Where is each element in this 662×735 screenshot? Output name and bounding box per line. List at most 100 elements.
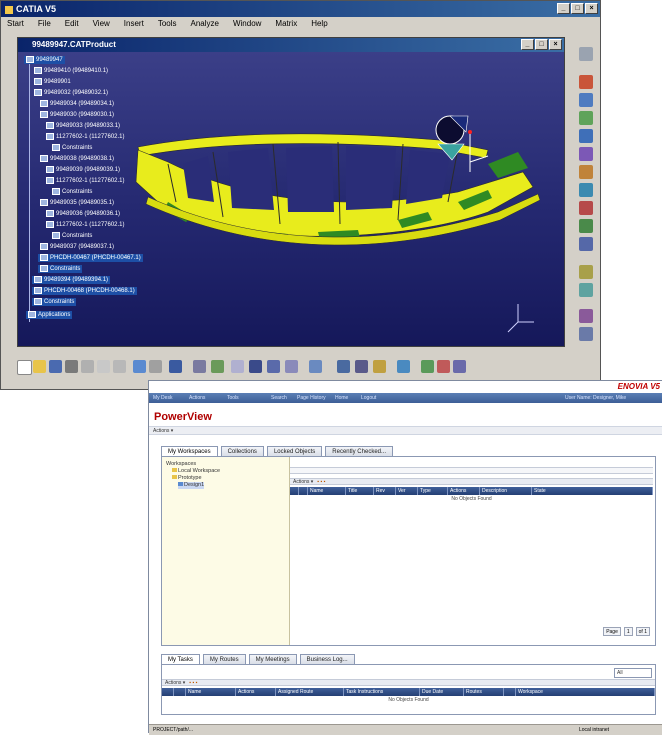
tree-node[interactable]: Constraints xyxy=(38,265,83,273)
section-icon[interactable] xyxy=(579,183,593,197)
save-icon[interactable] xyxy=(49,360,62,373)
constraint-icon[interactable] xyxy=(579,75,593,89)
task-col-workspace[interactable]: Workspace xyxy=(516,688,655,696)
menu-help[interactable]: Help xyxy=(311,17,327,31)
print-icon[interactable] xyxy=(65,360,78,373)
explode-icon[interactable] xyxy=(579,147,593,161)
manipulate-icon[interactable] xyxy=(579,111,593,125)
pan-icon[interactable] xyxy=(267,360,280,373)
knowledge-icon[interactable] xyxy=(211,360,224,373)
material-icon[interactable] xyxy=(421,360,434,373)
rotate-icon[interactable] xyxy=(285,360,298,373)
tree-node[interactable]: 11277602-1 (11277602.1) xyxy=(44,221,127,229)
ws-tree-workspaces[interactable]: Workspaces xyxy=(166,461,196,468)
menu-file[interactable]: File xyxy=(38,17,51,31)
nav-actions[interactable]: Actions xyxy=(189,393,205,403)
pager-page-input[interactable]: 1 xyxy=(623,627,633,636)
zoom-icon[interactable] xyxy=(309,360,322,373)
help-icon[interactable] xyxy=(169,360,182,373)
col-type[interactable]: Type xyxy=(418,487,448,495)
3d-viewport[interactable]: 99489947 99489410 (99489410.1) 99489901 … xyxy=(18,52,564,346)
ws-tree-design1[interactable]: Design1 xyxy=(178,482,205,489)
col-rev[interactable]: Rev xyxy=(374,487,396,495)
content-actions-strip[interactable]: Actions ▾ ▪ ▪ ▪ xyxy=(290,478,653,485)
page-actions-bar[interactable]: Actions ▾ xyxy=(149,426,662,435)
task-col-instructions[interactable]: Task Instructions xyxy=(344,688,420,696)
tree-node[interactable]: 11277602-1 (11277602.1) xyxy=(44,177,127,185)
catalog-icon[interactable] xyxy=(579,219,593,233)
menu-start[interactable]: Start xyxy=(7,17,24,31)
menu-analyze[interactable]: Analyze xyxy=(191,17,219,31)
assembly-icon[interactable] xyxy=(579,93,593,107)
tree-node[interactable]: 99489394 (99489394.1) xyxy=(32,276,111,284)
col-description[interactable]: Description xyxy=(480,487,532,495)
tree-node[interactable]: 99489032 (99489032.1) xyxy=(32,89,110,97)
tree-node[interactable]: 99489034 (99489034.1) xyxy=(38,100,116,108)
tree-root[interactable]: 99489947 xyxy=(24,56,65,64)
publish-icon[interactable] xyxy=(579,309,593,323)
weld-icon[interactable] xyxy=(579,327,593,341)
close-button[interactable]: × xyxy=(585,3,598,14)
tree-node[interactable]: 99489038 (99489038.1) xyxy=(38,155,116,163)
menu-insert[interactable]: Insert xyxy=(124,17,144,31)
task-col-name[interactable]: Name xyxy=(186,688,236,696)
clash-icon[interactable] xyxy=(579,165,593,179)
undo-icon[interactable] xyxy=(133,360,146,373)
cut-icon[interactable] xyxy=(81,360,94,373)
menu-window[interactable]: Window xyxy=(233,17,261,31)
col-title[interactable]: Title xyxy=(346,487,374,495)
measure-icon[interactable] xyxy=(579,237,593,251)
fit-all-icon[interactable] xyxy=(249,360,262,373)
ws-tree-local[interactable]: Local Workspace xyxy=(172,468,220,475)
tree-node[interactable]: 99489035 (99489035.1) xyxy=(38,199,116,207)
tree-node[interactable]: Applications xyxy=(26,311,73,319)
plane-icon[interactable] xyxy=(579,47,593,61)
tree-node[interactable]: 99489036 (99489036.1) xyxy=(44,210,122,218)
tree-node[interactable]: Constraints xyxy=(32,298,77,306)
sketch-icon[interactable] xyxy=(231,360,244,373)
view-mode-icon[interactable] xyxy=(355,360,368,373)
scene-icon[interactable] xyxy=(579,283,593,297)
task-col-select[interactable] xyxy=(162,688,174,696)
tree-node[interactable]: PHCDH-00468 (PHCDH-00468.1) xyxy=(32,287,137,295)
normal-view-icon[interactable] xyxy=(337,360,350,373)
content-actions-menu[interactable]: Actions ▾ xyxy=(293,479,313,485)
nav-logout[interactable]: Logout xyxy=(361,393,376,403)
new-icon[interactable] xyxy=(17,360,32,375)
nav-search[interactable]: Search xyxy=(271,393,287,403)
annotation-icon[interactable] xyxy=(579,265,593,279)
task-col-due-date[interactable]: Due Date xyxy=(420,688,464,696)
menu-edit[interactable]: Edit xyxy=(65,17,79,31)
minimize-button[interactable]: _ xyxy=(557,3,570,14)
tree-node[interactable]: 99489410 (99489410.1) xyxy=(32,67,110,75)
swap-icon[interactable] xyxy=(397,360,410,373)
tree-node[interactable]: PHCDH-00467 (PHCDH-00467.1) xyxy=(38,254,143,262)
task-col-routes[interactable]: Routes xyxy=(464,688,504,696)
product-minimize-button[interactable]: _ xyxy=(521,39,534,50)
analysis-icon[interactable] xyxy=(453,360,466,373)
col-select[interactable] xyxy=(290,487,299,495)
task-filter-select[interactable]: All xyxy=(614,668,652,678)
ws-tree-prototype[interactable]: Prototype xyxy=(172,475,202,482)
task-col-assigned-route[interactable]: Assigned Route xyxy=(276,688,344,696)
menu-view[interactable]: View xyxy=(93,17,110,31)
tree-node[interactable]: 99489901 xyxy=(32,78,73,86)
page-actions-menu[interactable]: Actions ▾ xyxy=(153,428,173,434)
col-name[interactable]: Name xyxy=(308,487,346,495)
col-ver[interactable]: Ver xyxy=(396,487,418,495)
task-actions-strip[interactable]: Actions ▾ ▪ ▪ ▪ xyxy=(162,679,655,686)
tree-node[interactable]: 99489030 (99489030.1) xyxy=(38,111,116,119)
tree-node[interactable]: 11277602-1 (11277602.1) xyxy=(44,133,127,141)
formula-icon[interactable] xyxy=(193,360,206,373)
tree-node[interactable]: 99489033 (99489033.1) xyxy=(44,122,122,130)
render-icon[interactable] xyxy=(437,360,450,373)
product-close-button[interactable]: × xyxy=(549,39,562,50)
hide-show-icon[interactable] xyxy=(373,360,386,373)
tree-node[interactable]: Constraints xyxy=(50,232,94,240)
workspace-tree[interactable]: Workspaces Local Workspace Prototype Des… xyxy=(162,457,290,645)
maximize-button[interactable]: □ xyxy=(571,3,584,14)
update-icon[interactable] xyxy=(579,201,593,215)
tree-node[interactable]: Constraints xyxy=(50,188,94,196)
task-actions-menu[interactable]: Actions ▾ xyxy=(165,680,185,686)
menu-matrix[interactable]: Matrix xyxy=(275,17,297,31)
